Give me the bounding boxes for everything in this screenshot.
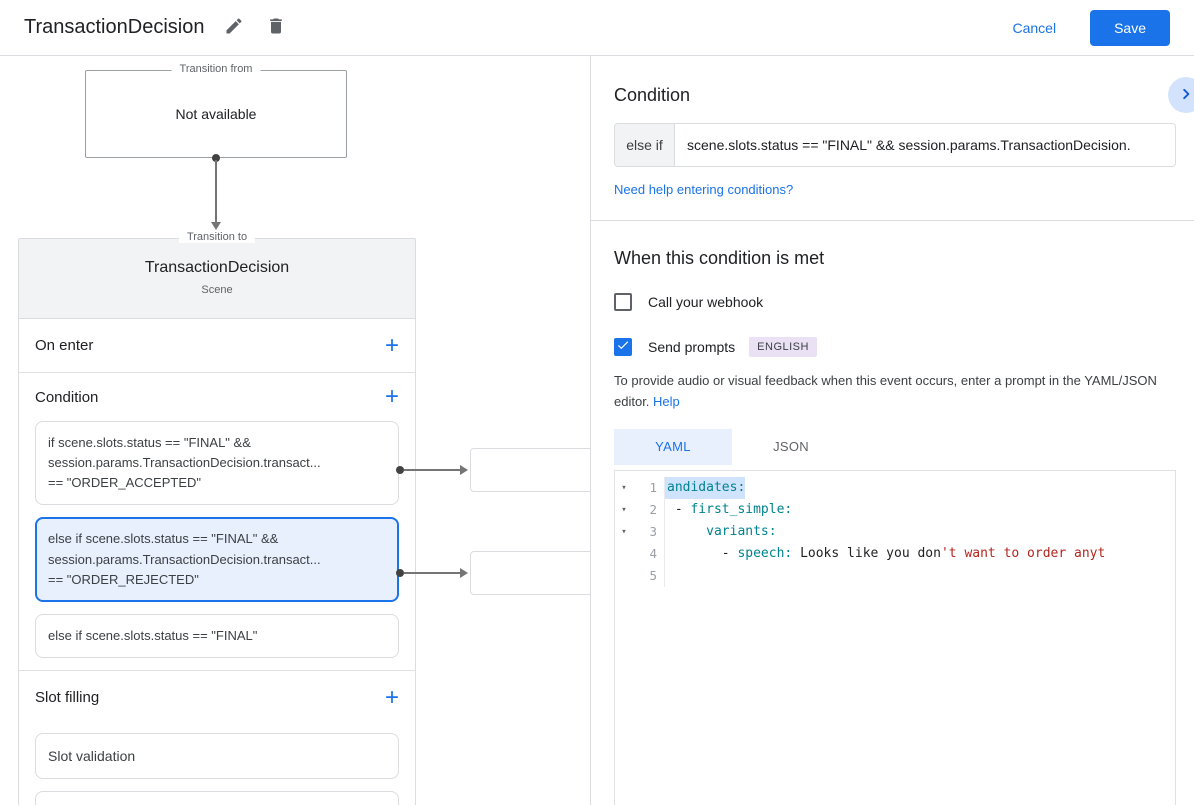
scene-canvas: Transition from Not available Transition… (0, 56, 590, 805)
code-text: - first_simple: (667, 501, 793, 517)
transition-from-label: Transition from (171, 63, 261, 75)
condition-expression-input[interactable] (675, 124, 1175, 166)
connector-line (404, 572, 462, 574)
code-line[interactable]: ▾ 2 - first_simple: (615, 498, 1175, 521)
send-prompts-row: Send prompts ENGLISH (614, 337, 1176, 357)
connector-arrow (460, 465, 468, 475)
webhook-row: Call your webhook (614, 293, 1176, 311)
condition-text: == "ORDER_REJECTED" (48, 571, 199, 587)
connector-line (215, 160, 217, 222)
condition-section-label: Condition (35, 388, 99, 406)
condition-text: == "ORDER_ACCEPTED" (48, 475, 201, 491)
scene-card: Transition to TransactionDecision Scene … (18, 231, 416, 805)
condition-card-final[interactable]: else if scene.slots.status == "FINAL" (35, 613, 399, 658)
code-text: andidates: (665, 476, 746, 499)
delete-scene-button[interactable] (264, 14, 288, 41)
language-badge: ENGLISH (749, 337, 817, 357)
on-enter-label: On enter (35, 337, 94, 354)
send-prompts-label[interactable]: Send prompts (648, 339, 735, 355)
checkmark-icon (616, 338, 630, 357)
panel-title: Condition (614, 85, 691, 105)
condition-card-rejected-selected[interactable]: else if scene.slots.status == "FINAL" &&… (35, 517, 399, 602)
scene-card-header: TransactionDecision Scene (19, 239, 415, 319)
prompt-description-text: To provide audio or visual feedback when… (614, 373, 1157, 409)
code-line[interactable]: 4 - speech: Looks like you don't want to… (615, 542, 1175, 565)
prompt-description: To provide audio or visual feedback when… (614, 371, 1174, 413)
transition-from-value: Not available (175, 106, 257, 122)
add-slot-button[interactable]: + (385, 685, 399, 709)
fold-arrow-icon[interactable]: ▾ (615, 521, 633, 543)
slot-filling-section: Slot filling + (19, 671, 415, 725)
collapse-panel-button[interactable] (1168, 77, 1194, 113)
condition-text: session.params.TransactionDecision.trans… (48, 455, 321, 471)
fold-arrow-icon[interactable]: ▾ (615, 499, 633, 521)
connector-arrow (211, 222, 221, 230)
condition-text: else if scene.slots.status == "FINAL" (48, 627, 258, 643)
line-number: 3 (633, 520, 665, 543)
code-line[interactable]: 5 (615, 564, 1175, 587)
slot-card-label: Slot validation (48, 747, 136, 764)
slot-validation-card[interactable]: Slot validation (35, 732, 399, 779)
target-scene-box[interactable] (470, 448, 590, 492)
target-scene-box[interactable] (470, 551, 590, 595)
condition-text: else if scene.slots.status == "FINAL" && (48, 531, 279, 547)
top-bar: TransactionDecision Cancel Save (0, 0, 1194, 56)
condition-help-link[interactable]: Need help entering conditions? (614, 182, 793, 197)
fold-arrow-icon[interactable]: ▾ (615, 477, 633, 499)
condition-text: session.params.TransactionDecision.trans… (48, 551, 321, 567)
condition-card-accepted[interactable]: if scene.slots.status == "FINAL" && sess… (35, 421, 399, 506)
code-text: variants: (706, 523, 777, 539)
connector-dot (396, 466, 404, 474)
on-enter-section: On enter + (19, 319, 415, 373)
connector-arrow (460, 568, 468, 578)
help-link[interactable]: Help (653, 394, 680, 409)
yaml-code-editor[interactable]: ▾ 1 andidates: ▾ 2 - first_simple: ▾ 3 variant… (614, 469, 1176, 805)
send-prompts-checkbox[interactable] (614, 338, 632, 356)
add-condition-button[interactable]: + (385, 385, 399, 409)
call-webhook-checkbox[interactable] (614, 293, 632, 311)
condition-text: if scene.slots.status == "FINAL" && (48, 435, 251, 450)
code-text: - speech: Looks like you don't want to o… (667, 545, 1106, 561)
add-on-enter-button[interactable]: + (385, 333, 399, 357)
condition-section: Condition + (19, 373, 415, 421)
panel-divider (591, 220, 1194, 221)
code-line[interactable]: ▾ 1 andidates: (615, 476, 1175, 499)
line-number: 1 (633, 476, 665, 499)
code-lines: ▾ 1 andidates: ▾ 2 - first_simple: ▾ 3 variant… (615, 476, 1175, 587)
page-title: TransactionDecision (24, 16, 205, 38)
cancel-button[interactable]: Cancel (1006, 19, 1062, 37)
slot-filling-label: Slot filling (35, 689, 100, 707)
connector-dot (396, 569, 404, 577)
condition-prefix-chip: else if (615, 124, 675, 166)
line-number: 4 (633, 542, 665, 565)
pencil-icon (224, 16, 244, 39)
save-button[interactable]: Save (1090, 9, 1170, 46)
tab-yaml[interactable]: YAML (614, 428, 732, 465)
call-webhook-label[interactable]: Call your webhook (648, 294, 763, 310)
scene-type-label: Scene (201, 284, 233, 296)
connector-line (404, 469, 462, 471)
transition-to-label: Transition to (178, 231, 256, 243)
editor-tabs: YAML JSON (614, 428, 1176, 465)
condition-input-row: else if (614, 123, 1176, 167)
edit-title-button[interactable] (222, 14, 246, 41)
line-number: 2 (633, 498, 665, 521)
transition-from-box: Transition from Not available (85, 63, 347, 158)
clipped-card[interactable] (35, 790, 399, 805)
trash-icon (266, 16, 286, 39)
code-line[interactable]: ▾ 3 variants: (615, 520, 1175, 543)
condition-panel: Condition else if Need help entering con… (590, 56, 1194, 805)
line-number: 5 (633, 564, 665, 587)
scene-name: TransactionDecision (144, 259, 290, 276)
when-condition-title: When this condition is met (614, 248, 825, 268)
tab-json[interactable]: JSON (732, 428, 850, 465)
chevron-right-icon (1175, 83, 1194, 108)
